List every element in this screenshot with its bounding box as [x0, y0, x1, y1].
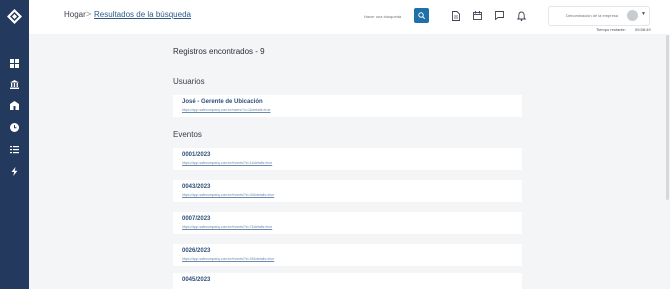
- bank-icon[interactable]: [9, 79, 20, 90]
- company-selector[interactable]: Denominación de la empresa ▼: [548, 6, 650, 26]
- event-id: 0043/2023: [182, 184, 211, 190]
- breadcrumb-separator: >: [86, 9, 92, 19]
- event-id: 0026/2023: [182, 248, 211, 254]
- avatar: [627, 10, 638, 21]
- clock-icon[interactable]: [9, 122, 20, 133]
- event-card[interactable]: 0026/2023 https://app.safecompany.com.br…: [173, 244, 522, 266]
- chevron-down-icon: ▼: [641, 11, 646, 17]
- event-link[interactable]: https://app.safecompany.com.br/events/?e…: [182, 257, 274, 261]
- event-card[interactable]: 0043/2023 https://app.safecompany.com.br…: [173, 180, 522, 202]
- list-icon[interactable]: [9, 144, 20, 155]
- dashboard-icon[interactable]: [9, 58, 20, 69]
- bell-icon[interactable]: [516, 10, 526, 21]
- event-id: 0045/2023: [182, 277, 211, 283]
- events-section-title: Eventos: [173, 130, 202, 139]
- search-icon: [418, 12, 425, 19]
- search-button[interactable]: [414, 8, 429, 23]
- event-link[interactable]: https://app.safecompany.com.br/events/?e…: [182, 161, 272, 165]
- event-link[interactable]: https://app.safecompany.com.br/events/?e…: [182, 193, 274, 197]
- building-icon[interactable]: [9, 100, 20, 111]
- document-icon[interactable]: [451, 10, 461, 21]
- company-label: Denominación de la empresa: [566, 13, 619, 18]
- event-id: 0007/2023: [182, 216, 211, 222]
- user-link[interactable]: https://app.safecompany.com.br/users/?u=…: [182, 108, 270, 112]
- event-card[interactable]: 0007/2023 https://app.safecompany.com.br…: [173, 212, 522, 234]
- chat-icon[interactable]: [494, 10, 504, 21]
- top-bar: Hogar > Resultados de la búsqueda Denomi…: [29, 0, 670, 34]
- event-card[interactable]: 0045/2023: [173, 273, 522, 289]
- main-content: Registros encontrados - 9 Usuarios José …: [29, 34, 670, 289]
- breadcrumb-home[interactable]: Hogar: [64, 10, 86, 19]
- logo-icon[interactable]: [7, 9, 22, 24]
- users-section-title: Usuarios: [173, 77, 205, 86]
- sidebar: [0, 0, 29, 289]
- results-title: Registros encontrados - 9: [173, 47, 265, 56]
- calendar-icon[interactable]: [472, 10, 482, 21]
- event-card[interactable]: 0001/2023 https://app.safecompany.com.br…: [173, 148, 522, 170]
- session-time-value: 09:58:49: [635, 27, 651, 32]
- event-link[interactable]: https://app.safecompany.com.br/events/?e…: [182, 225, 272, 229]
- user-name: José - Gerente de Ubicación: [182, 99, 263, 105]
- scrollbar[interactable]: [666, 35, 669, 200]
- user-card[interactable]: José - Gerente de Ubicación https://app.…: [173, 95, 522, 117]
- event-id: 0001/2023: [182, 152, 211, 158]
- session-time-label: Tiempo restante:: [596, 27, 626, 32]
- breadcrumb-current[interactable]: Resultados de la búsqueda: [94, 10, 191, 19]
- search-input[interactable]: [361, 9, 418, 25]
- lightning-icon[interactable]: [9, 166, 20, 177]
